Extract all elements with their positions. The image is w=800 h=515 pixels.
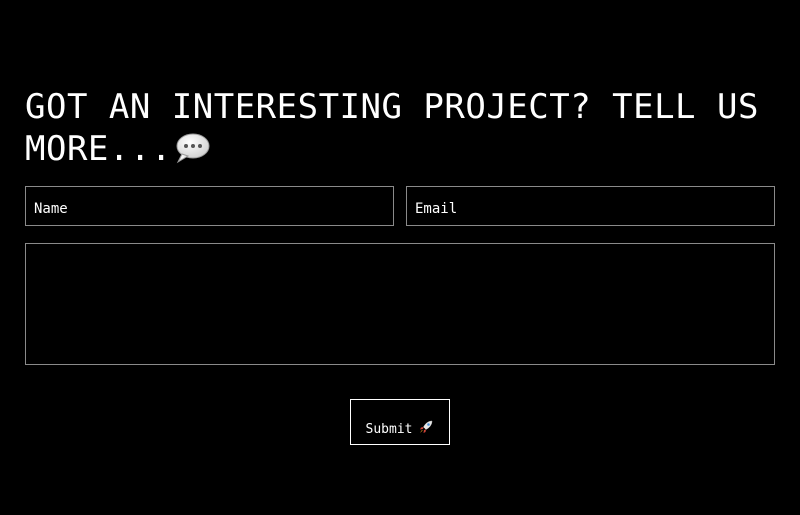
page-title-text: GOT AN INTERESTING PROJECT? TELL US MORE… xyxy=(25,87,759,169)
message-field[interactable] xyxy=(25,243,775,365)
submit-button[interactable]: Submit xyxy=(350,399,450,445)
submit-label: Submit xyxy=(365,421,413,437)
page-title: GOT AN INTERESTING PROJECT? TELL US MORE… xyxy=(25,86,785,174)
speech-bubble-icon xyxy=(174,132,210,174)
rocket-icon xyxy=(418,419,434,439)
email-field[interactable] xyxy=(406,186,775,226)
name-field[interactable] xyxy=(25,186,394,226)
